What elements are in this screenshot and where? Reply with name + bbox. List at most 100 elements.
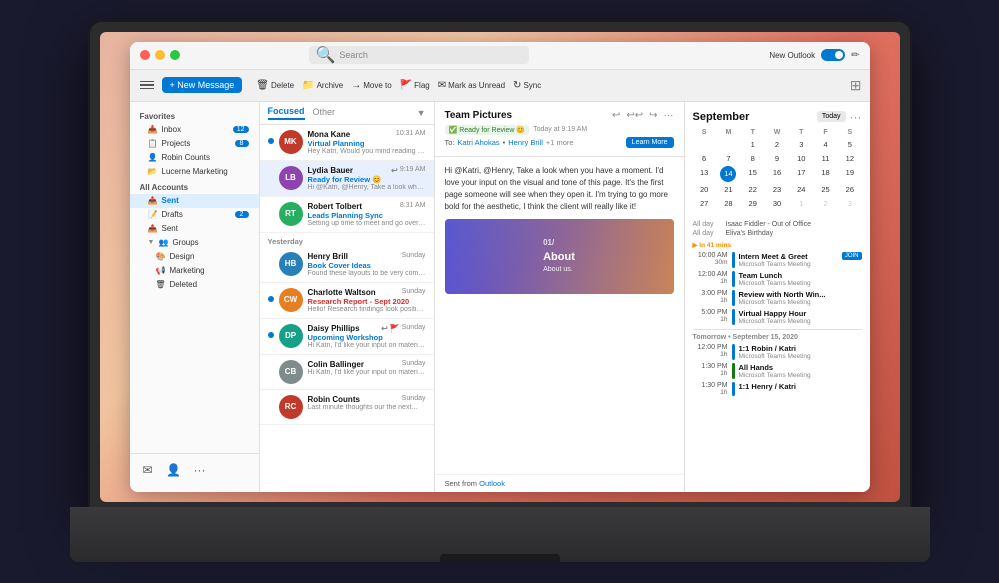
- learn-more-button[interactable]: Learn More: [626, 137, 674, 148]
- cal-day[interactable]: 12: [838, 152, 861, 165]
- cal-day[interactable]: 27: [693, 197, 716, 210]
- laptop-frame: 🔍 Search New Outlook ✏ + New Message: [70, 22, 930, 562]
- event-title: Virtual Happy Hour: [739, 309, 862, 318]
- message-item[interactable]: RT Robert Tolbert 8:31 AM Leads Planning…: [260, 197, 434, 233]
- cal-day[interactable]: 24: [790, 183, 813, 196]
- message-item[interactable]: CW Charlotte Waltson Sunday Research Rep…: [260, 283, 434, 319]
- cal-day[interactable]: 1: [741, 138, 764, 151]
- drafts-label: Drafts: [162, 210, 183, 219]
- cal-day[interactable]: 3: [838, 197, 861, 210]
- calendar-more-icon[interactable]: ···: [850, 110, 862, 124]
- delete-action[interactable]: 🗑 Delete: [256, 80, 294, 91]
- cal-day[interactable]: 23: [765, 183, 788, 196]
- people-nav-icon[interactable]: 👤: [164, 460, 184, 480]
- cal-day[interactable]: 8: [741, 152, 764, 165]
- cal-day[interactable]: 7: [717, 152, 740, 165]
- calendar-event[interactable]: 3:00 PM1h Review with North Win... Micro…: [693, 290, 862, 306]
- sidebar-item-lucerne[interactable]: 📂 Lucerne Marketing: [130, 165, 259, 179]
- sidebar-item-sent2[interactable]: 📤 Sent: [130, 222, 259, 236]
- calendar-event[interactable]: 10:00 AM30m Intern Meet & Greet Microsof…: [693, 252, 862, 268]
- calendar-event[interactable]: 5:00 PM1h Virtual Happy Hour Microsoft T…: [693, 309, 862, 325]
- archive-action[interactable]: 📁 Archive: [302, 80, 343, 91]
- message-item[interactable]: DP Daisy Phillips ↩ 🚩 Sunday: [260, 319, 434, 355]
- event-wrapper: ▶ In 41 mins 10:00 AM30m Intern Meet & G…: [693, 241, 862, 268]
- more-icon[interactable]: ···: [664, 110, 674, 121]
- cal-day[interactable]: 1: [790, 197, 813, 210]
- minimize-button[interactable]: [155, 50, 165, 60]
- cal-day[interactable]: 2: [765, 138, 788, 151]
- message-item[interactable]: LB Lydia Bauer ↩ 9:19 AM: [260, 161, 434, 197]
- cal-day[interactable]: 2: [814, 197, 837, 210]
- cal-day[interactable]: 15: [741, 166, 764, 182]
- cal-day[interactable]: 22: [741, 183, 764, 196]
- cal-day-today[interactable]: 14: [720, 166, 736, 182]
- cal-day[interactable]: 3: [790, 138, 813, 151]
- sidebar-item-robin[interactable]: 👤 Robin Counts: [130, 151, 259, 165]
- cal-day[interactable]: 4: [814, 138, 837, 151]
- email-header: Team Pictures ↩ ↩↩ ↪ ··· ✅: [435, 102, 684, 157]
- calendar-event[interactable]: 12:00 PM1h 1:1 Robin / Katri Microsoft T…: [693, 344, 862, 360]
- tab-other[interactable]: Other: [313, 107, 336, 119]
- calendar-event[interactable]: 12:00 AM1h Team Lunch Microsoft Teams Me…: [693, 271, 862, 287]
- forward-icon[interactable]: ↪: [649, 110, 657, 121]
- new-message-button[interactable]: + New Message: [162, 77, 243, 93]
- search-bar[interactable]: 🔍 Search: [309, 46, 529, 64]
- maximize-button[interactable]: [170, 50, 180, 60]
- today-button[interactable]: Today: [817, 111, 846, 122]
- cal-day[interactable]: [717, 138, 740, 151]
- close-button[interactable]: [140, 50, 150, 60]
- sidebar-item-groups[interactable]: ▼ 👥 Groups: [130, 236, 259, 250]
- cal-day[interactable]: 9: [765, 152, 788, 165]
- cal-day[interactable]: 29: [741, 197, 764, 210]
- message-preview: Setting up time to meet and go over plan…: [308, 220, 426, 227]
- reply-icon[interactable]: ↩: [612, 110, 620, 121]
- join-badge[interactable]: JOIN: [842, 252, 862, 260]
- cal-day[interactable]: 11: [814, 152, 837, 165]
- cal-day[interactable]: 13: [693, 166, 716, 182]
- cal-day[interactable]: 20: [693, 183, 716, 196]
- cal-day[interactable]: 30: [765, 197, 788, 210]
- yesterday-label: Yesterday: [260, 233, 434, 247]
- title-bar: 🔍 Search New Outlook ✏: [130, 42, 870, 70]
- calendar-event[interactable]: 1:30 PM1h 1:1 Henry / Katri: [693, 382, 862, 396]
- cal-day[interactable]: 19: [838, 166, 861, 182]
- cal-day[interactable]: [693, 138, 716, 151]
- reply-all-icon[interactable]: ↩↩: [626, 110, 643, 121]
- message-item[interactable]: HB Henry Brill Sunday Book Cover Ideas F…: [260, 247, 434, 283]
- more-nav-icon[interactable]: ···: [190, 460, 210, 480]
- cal-day[interactable]: 26: [838, 183, 861, 196]
- cal-day[interactable]: 28: [717, 197, 740, 210]
- cal-day[interactable]: 5: [838, 138, 861, 151]
- sidebar-item-design[interactable]: 🎨 Design: [130, 250, 259, 264]
- cal-day[interactable]: 17: [790, 166, 813, 182]
- filter-icon[interactable]: ▼: [417, 108, 426, 118]
- message-item[interactable]: MK Mona Kane 10:31 AM Virtual Planning H…: [260, 125, 434, 161]
- compose-icon[interactable]: ✏: [851, 50, 859, 61]
- fullscreen-icon[interactable]: ⊞: [850, 77, 862, 94]
- mail-nav-icon[interactable]: ✉: [138, 460, 158, 480]
- footer-link[interactable]: Outlook: [479, 479, 505, 488]
- message-item[interactable]: RC Robin Counts Sunday Last minute thoug…: [260, 390, 434, 425]
- sidebar-item-inbox[interactable]: 📥 Inbox 12: [130, 123, 259, 137]
- cal-day[interactable]: 25: [814, 183, 837, 196]
- sidebar-item-marketing[interactable]: 📢 Marketing: [130, 264, 259, 278]
- move-to-action[interactable]: → Move to: [351, 80, 391, 91]
- flag-action[interactable]: 🚩 Flag: [400, 80, 430, 91]
- sync-action[interactable]: ↻ Sync: [513, 80, 541, 91]
- message-item[interactable]: CB Colin Ballinger Sunday Hi Katri, I'd …: [260, 355, 434, 390]
- tab-focused[interactable]: Focused: [268, 106, 305, 120]
- mark-unread-action[interactable]: ✉ Mark as Unread: [438, 80, 505, 91]
- hamburger-menu[interactable]: [138, 79, 156, 92]
- cal-day[interactable]: 10: [790, 152, 813, 165]
- sidebar-item-deleted[interactable]: 🗑 Deleted: [130, 278, 259, 292]
- cal-day[interactable]: 18: [814, 166, 837, 182]
- sidebar-item-sent[interactable]: 📤 Sent: [130, 194, 259, 208]
- cal-day[interactable]: 16: [765, 166, 788, 182]
- new-outlook-toggle[interactable]: [821, 49, 845, 61]
- sidebar-item-projects[interactable]: 📋 Projects 8: [130, 137, 259, 151]
- cal-day[interactable]: 21: [717, 183, 740, 196]
- event-duration: 30m: [715, 259, 728, 266]
- sidebar-item-drafts[interactable]: 📝 Drafts 2: [130, 208, 259, 222]
- cal-day[interactable]: 6: [693, 152, 716, 165]
- calendar-event[interactable]: 1:30 PM1h All Hands Microsoft Teams Meet…: [693, 363, 862, 379]
